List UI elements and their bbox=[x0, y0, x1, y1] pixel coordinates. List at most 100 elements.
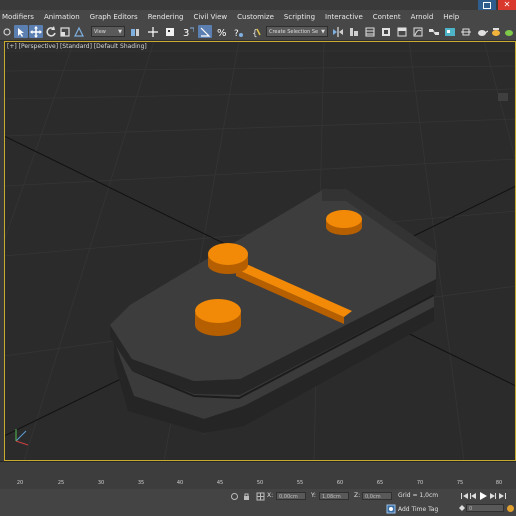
viewport-scene bbox=[4, 41, 516, 461]
status-bar: X: 0,00cm Y: 1,08cm Z: 0,0cm Grid = 1,0c… bbox=[0, 489, 516, 516]
scale-button[interactable] bbox=[58, 25, 71, 38]
select-object-button[interactable] bbox=[14, 25, 28, 38]
toggle-ribbon-button[interactable] bbox=[395, 25, 408, 38]
place-button[interactable] bbox=[72, 25, 86, 38]
z-coordinate-label: Z: bbox=[354, 492, 361, 499]
snaps-toggle[interactable]: 3 bbox=[181, 25, 195, 38]
add-time-tag-icon[interactable] bbox=[386, 504, 396, 514]
move-button[interactable] bbox=[29, 25, 43, 38]
chevron-down-icon: ▼ bbox=[118, 29, 122, 35]
track-bar-ruler[interactable]: 20 25 30 35 40 45 50 55 60 65 70 75 80 bbox=[0, 474, 516, 488]
playback-controls bbox=[461, 492, 506, 500]
viewport-label-menu[interactable]: [+] [Perspective] [Standard] [Default Sh… bbox=[7, 43, 147, 50]
maximize-icon bbox=[483, 2, 491, 9]
menu-arnold[interactable]: Arnold bbox=[406, 10, 439, 24]
link-button[interactable] bbox=[2, 25, 12, 38]
teapot-icon bbox=[477, 29, 488, 36]
spinner-snap-toggle[interactable]: ? bbox=[231, 25, 245, 38]
tick-label: 75 bbox=[456, 480, 464, 486]
window-title-strip: ✕ bbox=[0, 0, 516, 10]
menu-content[interactable]: Content bbox=[368, 10, 406, 24]
z-coordinate-field[interactable]: 0,0cm bbox=[362, 492, 392, 500]
menu-animation[interactable]: Animation bbox=[39, 10, 85, 24]
close-icon: ✕ bbox=[503, 0, 511, 9]
toggle-scene-explorer-button[interactable] bbox=[363, 25, 376, 38]
menu-customize[interactable]: Customize bbox=[232, 10, 279, 24]
curve-editor-button[interactable] bbox=[411, 25, 424, 38]
next-frame-icon bbox=[490, 493, 496, 499]
render-active-button[interactable] bbox=[503, 25, 515, 38]
pivot-icon bbox=[131, 28, 139, 36]
tick-label: 25 bbox=[57, 480, 65, 486]
curve-editor-icon bbox=[413, 27, 422, 36]
link-icon bbox=[3, 27, 11, 36]
key-mode-icon[interactable] bbox=[458, 504, 466, 513]
perspective-viewport[interactable]: [+] [Perspective] [Standard] [Default Sh… bbox=[4, 41, 516, 461]
close-button[interactable]: ✕ bbox=[498, 0, 516, 10]
y-coordinate-label: Y: bbox=[311, 492, 316, 499]
main-toolbar: View ▼ 3 % ? { Create Selection Se ▼ bbox=[0, 24, 516, 41]
align-button[interactable] bbox=[347, 25, 360, 38]
tick-label: 40 bbox=[176, 480, 184, 486]
domino-pip-3 bbox=[195, 299, 241, 336]
tick-label: 65 bbox=[376, 480, 384, 486]
pivot-button[interactable] bbox=[128, 25, 142, 38]
rotate-button[interactable] bbox=[44, 25, 57, 38]
go-to-end-icon bbox=[499, 493, 506, 499]
current-frame-field[interactable]: 0 bbox=[466, 504, 504, 512]
x-coordinate-field[interactable]: 0,00cm bbox=[276, 492, 306, 500]
named-selection-icon: { bbox=[252, 28, 261, 38]
domino-pip-1 bbox=[326, 210, 362, 235]
menu-modifiers[interactable]: Modifiers bbox=[0, 10, 39, 24]
schematic-view-icon bbox=[428, 28, 439, 35]
snap-3d-icon: 3 bbox=[183, 27, 194, 38]
svg-text:%: % bbox=[217, 28, 227, 38]
keyboard-shortcut-toggle[interactable] bbox=[163, 25, 177, 38]
material-editor-button[interactable] bbox=[443, 25, 456, 38]
svg-text:?: ? bbox=[234, 29, 239, 38]
mirror-button[interactable] bbox=[331, 25, 344, 38]
schematic-view-button[interactable] bbox=[427, 25, 440, 38]
x-coordinate-label: X: bbox=[267, 492, 274, 499]
render-production-button[interactable] bbox=[475, 25, 488, 38]
named-selection-sets-dropdown[interactable]: Create Selection Se ▼ bbox=[266, 26, 328, 37]
tick-label: 50 bbox=[256, 480, 264, 486]
layer-explorer-button[interactable] bbox=[379, 25, 392, 38]
menu-help[interactable]: Help bbox=[438, 10, 464, 24]
lock-selection-icon[interactable] bbox=[242, 492, 251, 501]
material-editor-icon bbox=[444, 27, 455, 36]
render-active-icon bbox=[505, 29, 513, 36]
add-time-tag-label[interactable]: Add Time Tag bbox=[398, 506, 438, 513]
y-coordinate-field[interactable]: 1,08cm bbox=[319, 492, 349, 500]
rotate-icon bbox=[45, 25, 56, 37]
menu-scripting[interactable]: Scripting bbox=[279, 10, 320, 24]
align-icon bbox=[349, 27, 358, 36]
render-frame-window-button[interactable] bbox=[490, 25, 502, 38]
edit-named-selection-button[interactable]: { bbox=[250, 25, 264, 38]
mirror-icon bbox=[332, 26, 343, 37]
previous-frame-icon bbox=[470, 493, 476, 499]
absolute-mode-transform-icon[interactable] bbox=[256, 492, 265, 501]
menu-graph-editors[interactable]: Graph Editors bbox=[85, 10, 143, 24]
render-setup-button[interactable] bbox=[459, 25, 472, 38]
menu-interactive[interactable]: Interactive bbox=[320, 10, 368, 24]
reference-coordinate-dropdown[interactable]: View ▼ bbox=[91, 26, 125, 37]
angle-snap-toggle[interactable] bbox=[198, 25, 212, 38]
tick-label: 20 bbox=[16, 480, 24, 486]
maximize-button[interactable] bbox=[478, 0, 496, 10]
select-manipulate-button[interactable] bbox=[146, 25, 160, 38]
menu-civil-view[interactable]: Civil View bbox=[188, 10, 232, 24]
render-kettle-icon bbox=[492, 27, 500, 36]
tick-label: 35 bbox=[137, 480, 145, 486]
percent-snap-toggle[interactable]: % bbox=[215, 25, 229, 38]
scene-explorer-icon bbox=[365, 27, 374, 36]
angle-snap-icon bbox=[200, 27, 211, 37]
layer-explorer-icon bbox=[381, 27, 390, 36]
spinner-snap-icon: ? bbox=[234, 29, 243, 38]
isolate-selection-icon[interactable] bbox=[230, 492, 239, 501]
time-configuration-icon[interactable] bbox=[506, 504, 515, 513]
keyboard-icon bbox=[166, 27, 174, 36]
menu-rendering[interactable]: Rendering bbox=[143, 10, 189, 24]
place-icon bbox=[74, 26, 84, 37]
move-icon bbox=[30, 25, 42, 38]
